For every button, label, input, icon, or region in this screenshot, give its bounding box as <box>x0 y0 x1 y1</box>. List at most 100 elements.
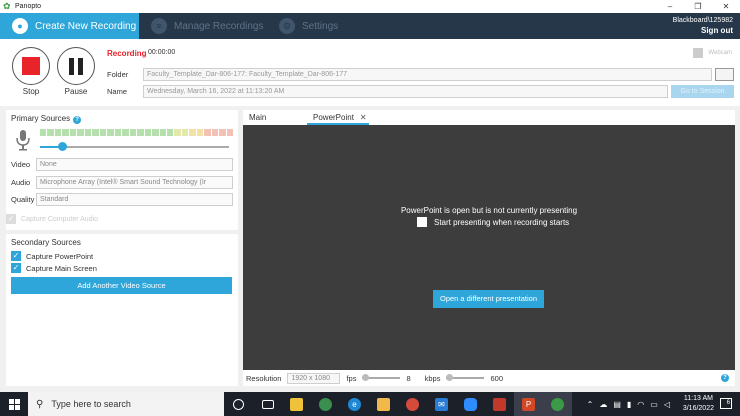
search-icon: ⚲ <box>36 398 44 410</box>
quality-select[interactable]: Standard <box>36 193 233 206</box>
pause-icon <box>69 57 83 75</box>
webcam-checkbox[interactable] <box>693 48 704 58</box>
audio-select[interactable]: Microphone Array (Intel® Smart Sound Tec… <box>36 176 233 189</box>
close-icon[interactable]: ✕ <box>360 113 367 122</box>
title-bar: ✿ Panopto – ❐ ✕ <box>0 0 740 13</box>
record-icon: ● <box>12 18 28 34</box>
capture-computer-audio-checkbox[interactable]: ✓ <box>6 214 16 224</box>
pause-button[interactable] <box>57 47 95 85</box>
meter-segment <box>152 129 159 136</box>
help-icon[interactable]: ? <box>73 116 82 124</box>
username: Blackboard\125982 <box>672 17 733 24</box>
meter-segment <box>69 129 77 136</box>
chevron-up-icon[interactable]: ⌃ <box>587 400 594 409</box>
audio-gain-knob[interactable] <box>58 142 67 151</box>
kbps-label: kbps <box>424 373 441 383</box>
capture-main-screen-option[interactable]: ✓ Capture Main Screen <box>11 263 97 273</box>
task-view-icon[interactable] <box>253 392 282 416</box>
kbps-slider-knob[interactable] <box>446 374 454 381</box>
cortana-icon[interactable] <box>224 392 253 416</box>
edge-icon[interactable]: e <box>340 392 369 416</box>
zoom-icon[interactable] <box>456 392 485 416</box>
video-select[interactable]: None <box>36 158 233 171</box>
usb-icon[interactable]: ▮ <box>627 400 631 409</box>
video-label: Video <box>11 160 31 169</box>
meter-segment <box>92 129 99 136</box>
meter-segment <box>196 129 204 136</box>
clock-time: 11:13 AM <box>683 395 713 402</box>
stop-icon <box>22 57 40 75</box>
stop-button[interactable] <box>12 47 50 85</box>
help-icon[interactable]: ? <box>721 374 729 382</box>
start-presenting-option[interactable]: Start presenting when recording starts <box>417 217 569 227</box>
fps-slider[interactable] <box>362 374 401 381</box>
windows-taskbar: ⚲ Type here to search e ✉ P ⌃ ☁ ▤ ▮ ◠ ▭ … <box>0 392 740 416</box>
meter-segment <box>122 129 129 136</box>
go-to-session-button[interactable]: Go to Session <box>671 85 734 98</box>
meter-segment <box>40 129 47 136</box>
meter-segment <box>99 129 107 136</box>
capture-main-screen-checkbox[interactable]: ✓ <box>11 263 21 273</box>
list-icon: ≡ <box>151 18 167 34</box>
meter-segment <box>62 129 69 136</box>
close-button[interactable]: ✕ <box>712 0 740 13</box>
meter-segment <box>47 129 54 136</box>
folder-label: Folder <box>107 70 129 79</box>
tab-powerpoint-label: PowerPoint <box>313 113 354 122</box>
webcam-toggle[interactable]: Webcam <box>693 48 732 58</box>
tab-create-new-recording[interactable]: ● Create New Recording <box>0 13 139 39</box>
taskbar-search[interactable]: ⚲ Type here to search <box>28 392 224 416</box>
volume-icon[interactable]: ◁ <box>664 400 670 409</box>
start-presenting-checkbox[interactable] <box>417 217 427 227</box>
tab-main-screen[interactable]: Main Screen✕ <box>243 110 305 137</box>
tab-settings[interactable]: ⚙ Settings <box>267 13 395 39</box>
recording-controls: Stop Pause Recording 00:00:00 Webcam Fol… <box>0 39 740 106</box>
file-explorer-icon[interactable] <box>282 392 311 416</box>
chrome-icon[interactable] <box>398 392 427 416</box>
resolution-field[interactable]: 1920 x 1080 <box>287 372 341 384</box>
minimize-button[interactable]: – <box>656 0 684 13</box>
sign-out-link[interactable]: Sign out <box>673 26 733 36</box>
name-field[interactable]: Wednesday, March 16, 2022 at 11:13:20 AM <box>143 85 668 98</box>
tab-manage-recordings[interactable]: ≡ Manage Recordings <box>139 13 267 39</box>
capture-powerpoint-label: Capture PowerPoint <box>26 251 94 261</box>
recording-status: Recording <box>107 49 147 58</box>
notification-center-button[interactable]: 6 <box>720 398 732 409</box>
app-icon[interactable] <box>485 392 514 416</box>
taskbar-clock[interactable]: 11:13 AM 3/16/2022 <box>683 394 714 414</box>
meter-segment <box>166 129 174 136</box>
add-video-source-button[interactable]: Add Another Video Source <box>11 277 232 294</box>
fps-slider-knob[interactable] <box>362 374 370 381</box>
panopto-taskbar-icon[interactable] <box>543 392 572 416</box>
tab-powerpoint[interactable]: PowerPoint ✕ <box>307 110 369 125</box>
search-placeholder: Type here to search <box>51 399 131 409</box>
store-icon[interactable] <box>369 392 398 416</box>
meter-segment <box>129 129 137 136</box>
folder-picker-button[interactable] <box>715 68 734 81</box>
mail-icon[interactable]: ✉ <box>427 392 456 416</box>
meter-segment <box>174 129 181 136</box>
tab-label: Settings <box>302 20 339 32</box>
battery-icon[interactable]: ▭ <box>650 400 658 409</box>
capture-powerpoint-checkbox[interactable]: ✓ <box>11 251 21 261</box>
start-button[interactable] <box>0 392 28 416</box>
network-icon[interactable]: ▤ <box>613 400 621 409</box>
wifi-icon[interactable]: ◠ <box>637 400 644 409</box>
cloud-icon[interactable]: ☁ <box>599 400 607 409</box>
maximize-button[interactable]: ❐ <box>684 0 712 13</box>
powerpoint-icon[interactable]: P <box>514 392 543 416</box>
capture-computer-audio-option[interactable]: ✓ Capture Computer Audio <box>6 214 98 224</box>
kbps-slider[interactable] <box>446 374 485 381</box>
tab-label: Create New Recording <box>35 20 137 32</box>
meter-segment <box>211 129 219 136</box>
capture-powerpoint-option[interactable]: ✓ Capture PowerPoint <box>11 251 93 261</box>
folder-field[interactable]: Faculty_Template_Dar-806-177: Faculty_Te… <box>143 68 712 81</box>
chrome-like-icon[interactable] <box>311 392 340 416</box>
name-label: Name <box>107 87 128 96</box>
audio-gain-track[interactable] <box>40 146 229 148</box>
tab-label: Manage Recordings <box>174 20 264 32</box>
clock-date: 3/16/2022 <box>682 405 714 412</box>
open-presentation-button[interactable]: Open a different presentation <box>433 290 544 308</box>
meter-segment <box>204 129 211 136</box>
primary-sources-panel: Primary Sources? Video None Audio Microp… <box>6 110 238 230</box>
